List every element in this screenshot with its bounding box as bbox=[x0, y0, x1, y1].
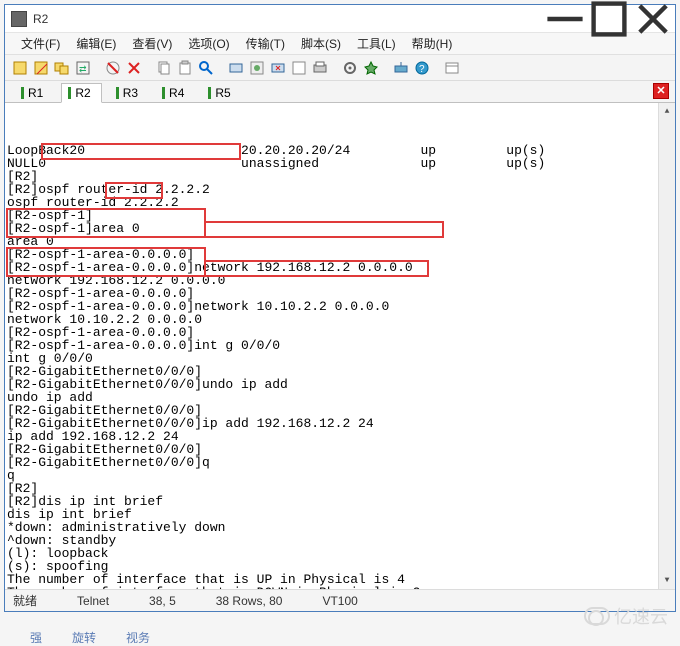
app-icon bbox=[11, 11, 27, 27]
scroll-down-icon[interactable]: ▼ bbox=[659, 572, 675, 589]
toolbar-paste-icon[interactable] bbox=[176, 59, 194, 77]
terminal-line: ospf router-id 2.2.2.2 bbox=[7, 196, 673, 209]
terminal-line: NULL0 unassigned up up(s) bbox=[7, 157, 673, 170]
terminal-line: The number of interface that is DOWN in … bbox=[7, 586, 673, 589]
terminal-line: [R2-ospf-1]area 0 bbox=[7, 222, 673, 235]
toolbar-settings-icon[interactable] bbox=[341, 59, 359, 77]
toolbar-btn-19[interactable] bbox=[443, 59, 461, 77]
status-size: 38 Rows, 80 bbox=[216, 594, 283, 608]
status-marker-icon bbox=[162, 87, 165, 99]
toolbar-btn-11[interactable] bbox=[248, 59, 266, 77]
terminal-line: [R2-GigabitEthernet0/0/0]q bbox=[7, 456, 673, 469]
toolbar-btn-10[interactable] bbox=[227, 59, 245, 77]
toolbar-btn-4[interactable]: ⇄ bbox=[74, 59, 92, 77]
toolbar-btn-16[interactable] bbox=[362, 59, 380, 77]
tab-r4[interactable]: R4 bbox=[156, 84, 194, 102]
tab-r3[interactable]: R3 bbox=[110, 84, 148, 102]
minimize-button[interactable] bbox=[543, 5, 587, 33]
watermark-logo-icon bbox=[584, 607, 610, 625]
status-bar: 就绪 Telnet 38, 5 38 Rows, 80 VT100 bbox=[5, 589, 675, 611]
window-title: R2 bbox=[33, 12, 543, 26]
tab-close-button[interactable]: ✕ bbox=[653, 83, 669, 99]
maximize-button[interactable] bbox=[587, 5, 631, 33]
svg-text:?: ? bbox=[419, 64, 425, 75]
toolbar-btn-5[interactable] bbox=[104, 59, 122, 77]
toolbar-btn-13[interactable] bbox=[290, 59, 308, 77]
tab-r1[interactable]: R1 bbox=[15, 84, 53, 102]
tab-label: R1 bbox=[28, 86, 43, 100]
status-cursor-pos: 38, 5 bbox=[149, 594, 176, 608]
vertical-scrollbar[interactable]: ▲ ▼ bbox=[658, 103, 675, 589]
terminal-line: q bbox=[7, 469, 673, 482]
app-window: R2 文件(F) 编辑(E) 查看(V) 选项(O) 传输(T) 脚本(S) 工… bbox=[4, 4, 676, 612]
toolbar: ⇄ ? bbox=[5, 55, 675, 81]
menu-options[interactable]: 选项(O) bbox=[180, 33, 237, 54]
watermark: 亿速云 bbox=[584, 603, 668, 629]
toolbar-print-icon[interactable] bbox=[311, 59, 329, 77]
background-labels: 强 旋转 视务 bbox=[0, 629, 680, 643]
tab-r2[interactable]: R2 bbox=[61, 83, 101, 103]
toolbar-btn-2[interactable] bbox=[32, 59, 50, 77]
toolbar-btn-17[interactable] bbox=[392, 59, 410, 77]
tab-label: R2 bbox=[75, 86, 90, 100]
status-connection: Telnet bbox=[77, 594, 109, 608]
tab-r5[interactable]: R5 bbox=[202, 84, 240, 102]
terminal-line: [R2-GigabitEthernet0/0/0]undo ip add bbox=[7, 378, 673, 391]
status-marker-icon bbox=[208, 87, 211, 99]
menu-transfer[interactable]: 传输(T) bbox=[238, 33, 293, 54]
toolbar-btn-6[interactable] bbox=[125, 59, 143, 77]
scroll-up-icon[interactable]: ▲ bbox=[659, 103, 675, 120]
status-marker-icon bbox=[68, 87, 71, 99]
toolbar-find-icon[interactable] bbox=[197, 59, 215, 77]
toolbar-btn-12[interactable] bbox=[269, 59, 287, 77]
menu-edit[interactable]: 编辑(E) bbox=[68, 33, 124, 54]
watermark-text: 亿速云 bbox=[614, 603, 668, 629]
window-controls bbox=[543, 5, 675, 33]
menu-file[interactable]: 文件(F) bbox=[13, 33, 68, 54]
tab-label: R4 bbox=[169, 86, 184, 100]
tab-bar: R1 R2 R3 R4 R5 ✕ bbox=[5, 81, 675, 103]
status-ready: 就绪 bbox=[13, 592, 37, 609]
toolbar-copy-icon[interactable] bbox=[155, 59, 173, 77]
toolbar-btn-1[interactable] bbox=[11, 59, 29, 77]
tab-label: R5 bbox=[215, 86, 230, 100]
status-marker-icon bbox=[116, 87, 119, 99]
terminal-output[interactable]: ▲ ▼ LoopBack20 20.20.20.20/24 up up(s)NU… bbox=[5, 103, 675, 589]
svg-text:⇄: ⇄ bbox=[79, 64, 87, 74]
toolbar-help-icon[interactable]: ? bbox=[413, 59, 431, 77]
menu-script[interactable]: 脚本(S) bbox=[293, 33, 349, 54]
titlebar: R2 bbox=[5, 5, 675, 33]
menu-help[interactable]: 帮助(H) bbox=[404, 33, 461, 54]
menu-view[interactable]: 查看(V) bbox=[124, 33, 180, 54]
toolbar-btn-3[interactable] bbox=[53, 59, 71, 77]
status-term-type: VT100 bbox=[322, 594, 357, 608]
terminal-line: [R2-ospf-1-area-0.0.0.0]int g 0/0/0 bbox=[7, 339, 673, 352]
menu-tools[interactable]: 工具(L) bbox=[349, 33, 404, 54]
tab-label: R3 bbox=[123, 86, 138, 100]
close-button[interactable] bbox=[631, 5, 675, 33]
status-marker-icon bbox=[21, 87, 24, 99]
